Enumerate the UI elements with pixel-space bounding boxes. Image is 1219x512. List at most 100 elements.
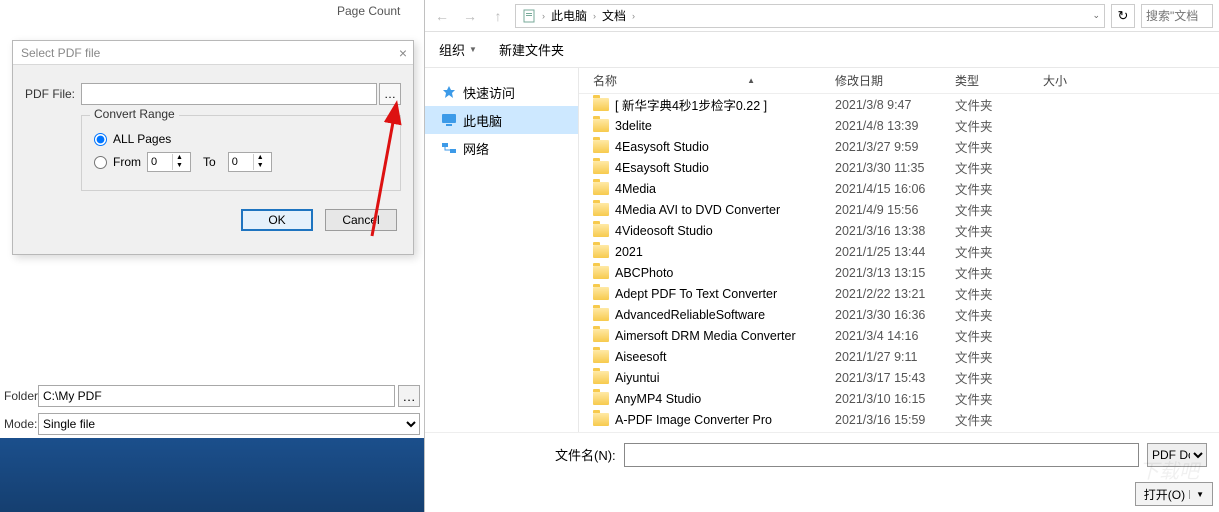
folder-icon [593,98,609,111]
star-icon [441,84,457,100]
close-icon[interactable]: × [399,41,407,65]
folder-browse-button[interactable]: … [398,385,420,407]
folder-icon [593,413,609,426]
file-date: 2021/3/4 14:16 [835,329,955,343]
chevron-down-icon[interactable]: ⌄ [1092,10,1100,21]
folder-icon [593,308,609,321]
to-spinner[interactable]: ▲▼ [228,152,272,172]
back-icon[interactable]: ← [431,5,453,27]
file-date: 2021/3/16 15:59 [835,413,955,427]
list-item[interactable]: Adept PDF To Text Converter2021/2/22 13:… [579,283,1219,304]
crumb-this-pc[interactable]: 此电脑 [551,7,587,24]
filename-label: 文件名(N): [555,445,616,464]
file-date: 2021/1/25 13:44 [835,245,955,259]
file-type: 文件夹 [955,389,1043,408]
col-date[interactable]: 修改日期 [835,72,955,89]
ellipsis-icon: … [384,87,396,101]
up-icon[interactable]: ↑ [487,5,509,27]
monitor-icon [441,112,457,128]
mode-label: Mode: [4,417,38,431]
browse-button[interactable]: … [379,83,401,105]
nav-label: 快速访问 [463,83,515,102]
file-date: 2021/3/8 9:47 [835,98,955,112]
dialog-title-text: Select PDF file [21,46,100,60]
file-name: Aimersoft DRM Media Converter [615,329,796,343]
col-name[interactable]: 名称 ▲ [579,72,835,89]
folder-input[interactable] [38,385,395,407]
list-item[interactable]: 3delite2021/4/8 13:39文件夹 [579,115,1219,136]
nav-quick-access[interactable]: 快速访问 [425,78,578,106]
from-label: From [113,155,141,169]
new-folder-button[interactable]: 新建文件夹 [499,40,564,59]
filetype-filter[interactable]: PDF Docu [1147,443,1207,467]
list-item[interactable]: AdvancedReliableSoftware2021/3/30 16:36文… [579,304,1219,325]
chevron-down-icon[interactable]: ▼ [1189,490,1204,499]
from-value[interactable] [148,156,172,168]
file-open-dialog: ← → ↑ › 此电脑 › 文档 › ⌄ ↻ 组织▼ 新建文件夹 [424,0,1219,512]
list-item[interactable]: 20212021/1/25 13:44文件夹 [579,241,1219,262]
folder-icon [593,329,609,342]
file-name: AdvancedReliableSoftware [615,308,765,322]
cancel-button[interactable]: Cancel [325,209,397,231]
mode-select[interactable]: Single file [38,413,420,435]
file-name: AnyMP4 Studio [615,392,701,406]
col-size[interactable]: 大小 [1043,72,1219,89]
file-type: 文件夹 [955,116,1043,135]
list-item[interactable]: 4Videosoft Studio2021/3/16 13:38文件夹 [579,220,1219,241]
file-type: 文件夹 [955,368,1043,387]
list-item[interactable]: Aiseesoft2021/1/27 9:11文件夹 [579,346,1219,367]
forward-icon[interactable]: → [459,5,481,27]
file-name: 3delite [615,119,652,133]
folder-icon [593,203,609,216]
nav-tree: 快速访问 此电脑 网络 [425,68,579,432]
folder-icon [593,392,609,405]
search-input[interactable] [1141,4,1213,28]
list-item[interactable]: Aimersoft DRM Media Converter 2021/3/4 14… [579,325,1219,346]
file-name: Aiyuntui [615,371,659,385]
chevron-down-icon[interactable]: ▼ [173,162,186,170]
file-type: 文件夹 [955,410,1043,429]
file-date: 2021/3/16 13:38 [835,224,955,238]
file-date: 2021/4/9 15:56 [835,203,955,217]
file-type: 文件夹 [955,179,1043,198]
all-pages-label: ALL Pages [113,132,171,146]
organize-menu[interactable]: 组织▼ [439,40,477,59]
from-spinner[interactable]: ▲▼ [147,152,191,172]
list-item[interactable]: Aiyuntui2021/3/17 15:43文件夹 [579,367,1219,388]
nav-network[interactable]: 网络 [425,134,578,162]
file-date: 2021/1/27 9:11 [835,350,955,364]
file-name: 4Media [615,182,656,196]
radio-from[interactable] [94,156,107,169]
breadcrumb[interactable]: › 此电脑 › 文档 › ⌄ [515,4,1105,28]
list-item[interactable]: 4Easysoft Studio2021/3/27 9:59文件夹 [579,136,1219,157]
pdf-file-input[interactable] [81,83,377,105]
select-pdf-dialog: Select PDF file × PDF File: … Convert Ra… [12,40,414,255]
folder-label: Folder: [4,389,38,403]
list-item[interactable]: 4Media 2021/4/15 16:06文件夹 [579,178,1219,199]
open-button[interactable]: 打开(O)▼ [1135,482,1213,506]
file-type: 文件夹 [955,284,1043,303]
list-item[interactable]: [ 新华字典4秒1步检字0.22 ]2021/3/8 9:47文件夹 [579,94,1219,115]
ok-button[interactable]: OK [241,209,313,231]
list-item[interactable]: 4Esaysoft Studio2021/3/30 11:35文件夹 [579,157,1219,178]
refresh-button[interactable]: ↻ [1111,4,1135,28]
list-item[interactable]: ABCPhoto2021/3/13 13:15文件夹 [579,262,1219,283]
chevron-up-icon[interactable]: ▲ [254,154,267,162]
chevron-up-icon[interactable]: ▲ [173,154,186,162]
to-label: To [203,155,216,169]
list-item[interactable]: AnyMP4 Studio2021/3/10 16:15文件夹 [579,388,1219,409]
radio-all-pages[interactable] [94,133,107,146]
filename-input[interactable] [624,443,1139,467]
nav-this-pc[interactable]: 此电脑 [425,106,578,134]
list-item[interactable]: 4Media AVI to DVD Converter2021/4/9 15:5… [579,199,1219,220]
col-type[interactable]: 类型 [955,72,1043,89]
file-type: 文件夹 [955,137,1043,156]
folder-icon [593,350,609,363]
list-item[interactable]: A-PDF Image Converter Pro2021/3/16 15:59… [579,409,1219,430]
to-value[interactable] [229,156,253,168]
file-type: 文件夹 [955,347,1043,366]
crumb-documents[interactable]: 文档 [602,7,626,24]
chevron-down-icon[interactable]: ▼ [254,162,267,170]
file-date: 2021/4/15 16:06 [835,182,955,196]
file-date: 2021/3/30 11:35 [835,161,955,175]
